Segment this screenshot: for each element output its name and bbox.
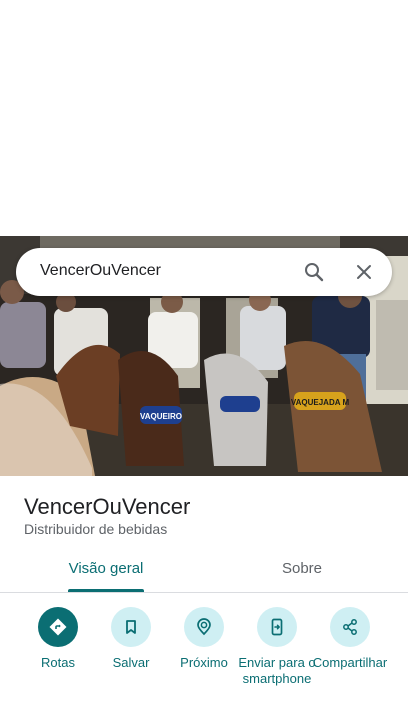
place-category: Distribuidor de bebidas — [24, 521, 168, 537]
search-icon[interactable] — [302, 260, 326, 284]
tab-overview-label: Visão geral — [68, 560, 144, 577]
save-button-label: Salvar — [112, 655, 150, 670]
share-button-label: Compartilhar — [312, 655, 388, 670]
close-icon[interactable] — [352, 260, 376, 284]
tab-about-label: Sobre — [281, 560, 323, 577]
save-button[interactable]: Salvar — [91, 607, 171, 671]
tabs-divider — [0, 592, 408, 593]
nearby-button-circle[interactable] — [184, 607, 224, 647]
save-button-circle[interactable] — [111, 607, 151, 647]
nearby-button-label: Próximo — [180, 655, 228, 670]
nearby-icon — [197, 618, 211, 636]
send-to-phone-button-circle[interactable] — [257, 607, 297, 647]
send-to-phone-icon — [271, 618, 283, 636]
search-bar[interactable]: VencerOuVencer — [16, 248, 392, 296]
send-to-phone-button-label: Enviar para o smartphone — [238, 655, 316, 686]
share-button[interactable]: Compartilhar — [310, 607, 390, 671]
directions-button-circle[interactable] — [38, 607, 78, 647]
tab-about[interactable]: Sobre — [272, 560, 332, 592]
send-to-phone-button[interactable]: Enviar para o smartphone — [237, 607, 317, 687]
photo-breastplate-text-right: VAQUEJADA M — [291, 398, 350, 407]
nearby-button[interactable]: Próximo — [164, 607, 244, 671]
directions-button[interactable]: Rotas — [18, 607, 98, 671]
share-icon — [343, 619, 357, 635]
place-title: VencerOuVencer — [24, 494, 191, 519]
photo-breastplate-text-left: VAQUEIRO — [140, 412, 182, 421]
tab-overview[interactable]: Visão geral — [68, 560, 144, 592]
blank-map-area — [0, 0, 408, 236]
directions-button-label: Rotas — [41, 655, 75, 670]
share-button-circle[interactable] — [330, 607, 370, 647]
directions-icon — [49, 618, 67, 636]
search-query-text[interactable]: VencerOuVencer — [40, 262, 161, 280]
bookmark-icon — [126, 620, 136, 634]
